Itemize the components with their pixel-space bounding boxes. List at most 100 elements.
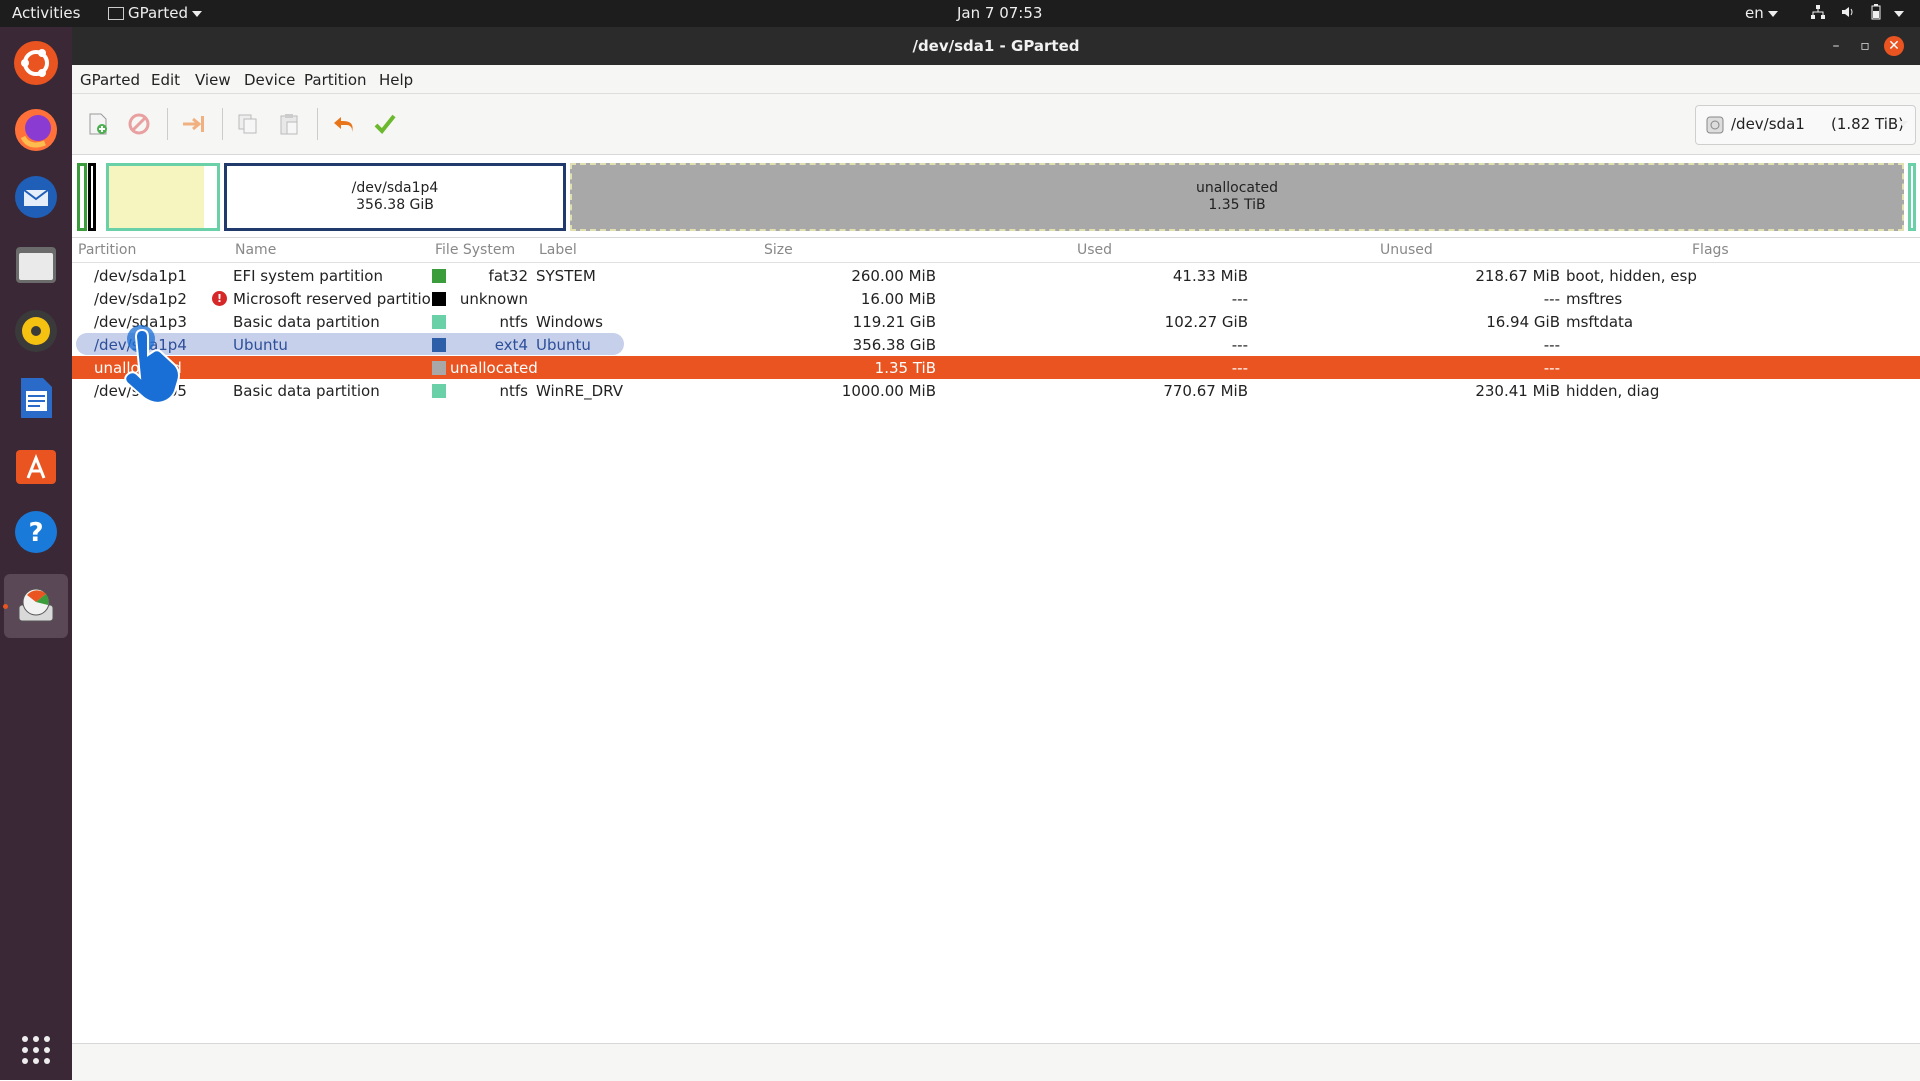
- ubuntu-icon[interactable]: [11, 38, 61, 88]
- copy-button[interactable]: [232, 108, 264, 140]
- status-bar: [72, 1043, 1920, 1081]
- cell-flags: hidden, diag: [1566, 382, 1660, 400]
- menu-help[interactable]: Help: [379, 71, 413, 89]
- column-label[interactable]: Label: [539, 242, 577, 258]
- graph-unallocated[interactable]: unallocated 1.35 TiB: [570, 163, 1904, 231]
- column-partition[interactable]: Partition: [78, 242, 136, 258]
- menu-device[interactable]: Device: [244, 71, 295, 89]
- minimize-button[interactable]: –: [1826, 36, 1846, 56]
- table-row[interactable]: /dev/sda1p3 Basic data partition ntfs Wi…: [72, 310, 1920, 333]
- volume-icon[interactable]: [1840, 4, 1856, 24]
- column-used[interactable]: Used: [1077, 242, 1112, 258]
- menu-bar: GParted Edit View Device Partition Help: [72, 65, 1920, 94]
- menu-view[interactable]: View: [195, 71, 231, 89]
- resize-move-button[interactable]: [178, 108, 210, 140]
- chevron-down-icon: [1898, 121, 1908, 127]
- menu-partition[interactable]: Partition: [304, 71, 367, 89]
- table-header: Partition Name File System Label Size Us…: [72, 238, 1920, 263]
- table-row-unallocated[interactable]: unallocated unallocated 1.35 TiB --- ---: [72, 356, 1920, 379]
- cell-used: 41.33 MiB: [1172, 267, 1248, 285]
- gparted-icon[interactable]: [4, 574, 68, 638]
- cell-unused: 218.67 MiB: [1475, 267, 1560, 285]
- fs-color-swatch: [432, 315, 446, 329]
- graph-p4-name: /dev/sda1p4: [351, 180, 439, 196]
- new-partition-button[interactable]: [82, 108, 114, 140]
- app-menu[interactable]: GParted: [108, 4, 202, 22]
- chevron-down-icon: [1894, 10, 1904, 17]
- delete-icon: [128, 113, 150, 135]
- ubuntu-software-icon[interactable]: [11, 440, 61, 490]
- fs-color-swatch: [432, 269, 446, 283]
- menu-edit[interactable]: Edit: [151, 71, 180, 89]
- column-flags[interactable]: Flags: [1692, 242, 1729, 258]
- clock[interactable]: Jan 7 07:53: [957, 4, 1042, 22]
- cell-flags: msftdata: [1566, 313, 1634, 331]
- cell-name: Microsoft reserved partition: [233, 290, 441, 308]
- window-title: /dev/sda1 - GParted: [912, 37, 1080, 55]
- libreoffice-writer-icon[interactable]: [11, 373, 61, 423]
- toolbar-separator: [317, 108, 318, 140]
- cell-label: Windows: [536, 313, 603, 331]
- table-row[interactable]: /dev/sda1p1 EFI system partition fat32 S…: [72, 264, 1920, 287]
- cell-used: ---: [1231, 359, 1248, 377]
- resize-move-icon: [183, 116, 204, 132]
- activities-button[interactable]: Activities: [12, 4, 80, 22]
- running-indicator: [3, 604, 8, 609]
- help-icon[interactable]: ?: [11, 507, 61, 557]
- language-indicator[interactable]: en: [1745, 4, 1778, 22]
- cell-label: WinRE_DRV: [536, 382, 623, 400]
- partition-graph: /dev/sda1p4 356.38 GiB unallocated 1.35 …: [72, 155, 1920, 238]
- cell-unused: 230.41 MiB: [1475, 382, 1560, 400]
- network-icon[interactable]: [1810, 4, 1826, 24]
- cell-partition: /dev/sda1p2: [94, 290, 187, 308]
- device-selector[interactable]: /dev/sda1 (1.82 TiB): [1695, 105, 1916, 145]
- cell-size: 356.38 GiB: [852, 336, 936, 354]
- paste-button[interactable]: [273, 108, 305, 140]
- cell-file-system: ext4: [494, 336, 528, 354]
- graph-p4-size: 356.38 GiB: [356, 197, 434, 213]
- cell-unused: ---: [1543, 359, 1560, 377]
- checkmark-icon: [374, 114, 396, 134]
- table-row[interactable]: /dev/sda1p2 ! Microsoft reserved partiti…: [72, 287, 1920, 310]
- files-icon[interactable]: [11, 239, 61, 289]
- column-unused[interactable]: Unused: [1380, 242, 1433, 258]
- show-applications-icon[interactable]: [11, 1025, 61, 1075]
- maximize-button[interactable]: ▫: [1855, 36, 1875, 56]
- graph-partition-p4[interactable]: /dev/sda1p4 356.38 GiB: [224, 163, 566, 231]
- battery-icon[interactable]: [1870, 4, 1882, 24]
- graph-partition-p2[interactable]: [88, 163, 96, 231]
- column-name[interactable]: Name: [235, 242, 276, 258]
- dock: ?: [0, 27, 72, 1080]
- thunderbird-icon[interactable]: [11, 172, 61, 222]
- cell-label: Ubuntu: [536, 336, 591, 354]
- graph-partition-p3[interactable]: [106, 163, 220, 231]
- top-bar: Activities GParted Jan 7 07:53 en: [0, 0, 1920, 27]
- cell-size: 1.35 TiB: [874, 359, 936, 377]
- toolbar: /dev/sda1 (1.82 TiB): [72, 94, 1920, 155]
- column-size[interactable]: Size: [764, 242, 793, 258]
- column-file-system[interactable]: File System: [435, 242, 515, 258]
- app-menu-label: GParted: [128, 4, 188, 22]
- hand-pointer-icon: [124, 325, 180, 404]
- table-row[interactable]: /dev/sda1p5 Basic data partition ntfs Wi…: [72, 379, 1920, 402]
- title-bar[interactable]: /dev/sda1 - GParted – ▫ ✕: [72, 27, 1920, 65]
- cell-file-system: unallocated: [450, 359, 538, 377]
- rhythmbox-icon[interactable]: [11, 306, 61, 356]
- close-button[interactable]: ✕: [1884, 36, 1904, 56]
- undo-button[interactable]: [328, 108, 360, 140]
- graph-partition-p5[interactable]: [1908, 163, 1916, 231]
- fs-color-swatch: [432, 384, 446, 398]
- fs-color-swatch: [432, 292, 446, 306]
- table-row-selected[interactable]: /dev/sda1p4 Ubuntu ext4 Ubuntu 356.38 Gi…: [72, 333, 1920, 356]
- cell-file-system: unknown: [459, 290, 528, 308]
- apply-button[interactable]: [369, 108, 401, 140]
- delete-partition-button[interactable]: [123, 108, 155, 140]
- firefox-icon[interactable]: [11, 105, 61, 155]
- warning-icon[interactable]: !: [212, 291, 227, 306]
- language-label: en: [1745, 4, 1764, 22]
- graph-partition-p1[interactable]: [77, 163, 87, 231]
- system-menu-button[interactable]: [1890, 4, 1904, 22]
- cell-used: 102.27 GiB: [1164, 313, 1248, 331]
- menu-gparted[interactable]: GParted: [80, 71, 140, 89]
- cell-size: 260.00 MiB: [851, 267, 936, 285]
